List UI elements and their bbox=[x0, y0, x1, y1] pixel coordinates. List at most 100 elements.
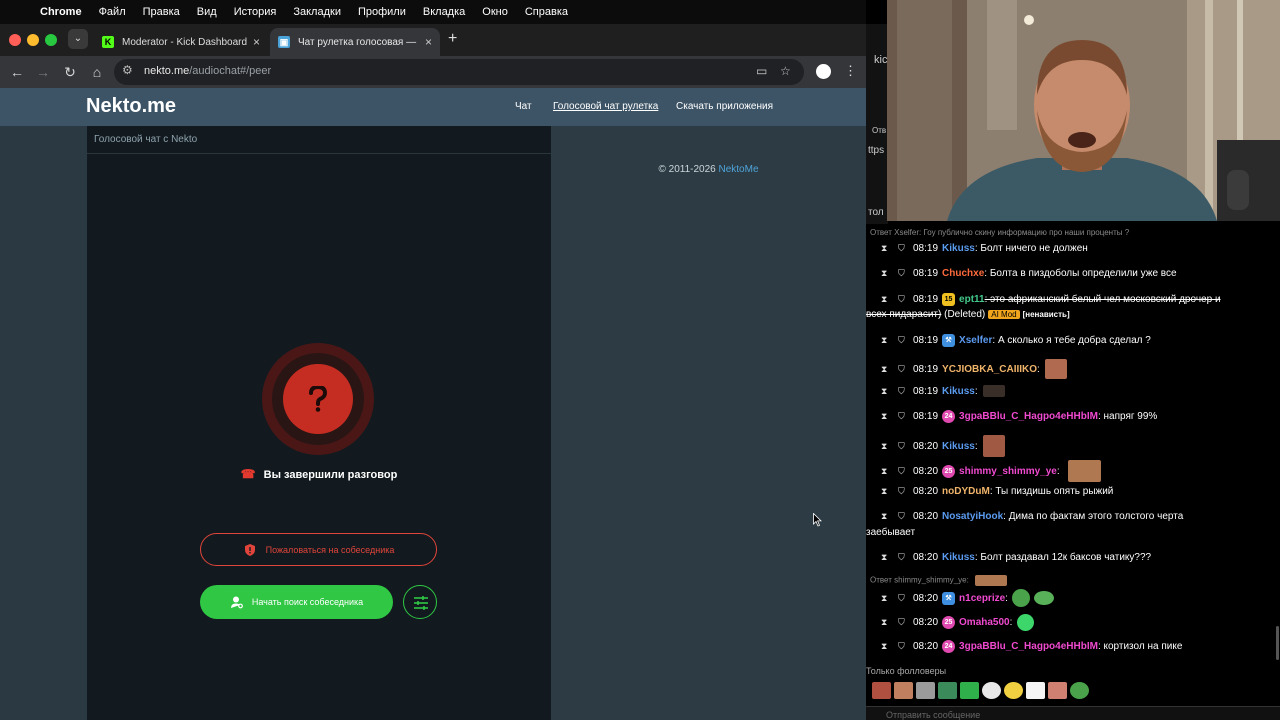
page-margin bbox=[0, 126, 87, 720]
timeout-icon: ⧗ bbox=[881, 641, 888, 651]
chat-username: shimmy_shimmy_ye bbox=[959, 465, 1057, 477]
page-side-pane: © 2011-2026 NektoMe bbox=[551, 126, 866, 720]
back-icon[interactable]: ← bbox=[7, 62, 27, 82]
chat-message-continuation: заебывает bbox=[866, 527, 916, 538]
menu-history[interactable]: История bbox=[234, 6, 277, 18]
timeout-icon: ⧗ bbox=[881, 268, 888, 278]
mod-shield-icon: ⛉ bbox=[898, 440, 905, 451]
mod-shield-icon: ⛉ bbox=[898, 363, 905, 374]
hangup-phone-icon: ☎ bbox=[240, 467, 256, 481]
menu-tab[interactable]: Вкладка bbox=[423, 6, 465, 18]
nav-download-apps[interactable]: Скачать приложения bbox=[676, 101, 773, 112]
emote-icon bbox=[1026, 682, 1045, 699]
reload-icon[interactable]: ↻ bbox=[60, 62, 80, 82]
new-tab-icon[interactable]: + bbox=[448, 30, 457, 48]
maximize-window-icon[interactable] bbox=[45, 34, 57, 46]
timeout-icon: ⧗ bbox=[881, 617, 888, 627]
timeout-icon: ⧗ bbox=[881, 385, 888, 396]
copyright-link[interactable]: NektoMe bbox=[719, 164, 759, 175]
timeout-icon: ⧗ bbox=[881, 294, 888, 304]
kick-icon: K bbox=[102, 36, 114, 48]
chat-message[interactable]: ⧗ ⛉ 08:19 15 ept11: это африканский белый ч… bbox=[881, 293, 1221, 306]
chat-message[interactable]: ⧗ ⛉ 08:19 24 3gpaBBlu_C_Hagpo4eHHbIM: напря… bbox=[881, 410, 1157, 423]
sub-badge-icon: 24 bbox=[942, 640, 956, 653]
url-text[interactable]: nekto.me/audiochat#/peer bbox=[144, 65, 271, 77]
menu-file[interactable]: Файл bbox=[99, 6, 126, 18]
chat-username: n1ceprize bbox=[959, 592, 1006, 604]
menu-kebab-icon[interactable]: ⋮ bbox=[844, 63, 857, 79]
voice-chat-panel: Голосовой чат с Nekto ☎ Вы завершили разг… bbox=[87, 126, 551, 720]
chat-scrollbar[interactable] bbox=[1276, 626, 1279, 660]
emote-picker-row[interactable] bbox=[872, 682, 1089, 700]
mod-shield-icon: ⛉ bbox=[898, 486, 905, 496]
chat-message[interactable]: ⧗ ⛉ 08:20 25 shimmy_shimmy_ye: bbox=[881, 460, 1101, 482]
timeout-icon: ⧗ bbox=[881, 243, 888, 253]
menu-edit[interactable]: Правка bbox=[143, 6, 180, 18]
menu-app-chrome[interactable]: Chrome bbox=[40, 6, 82, 18]
sliders-icon bbox=[414, 596, 428, 610]
chat-username: NosatyiHook bbox=[942, 511, 1004, 522]
site-logo[interactable]: Nekto.me bbox=[86, 95, 176, 118]
report-peer-button[interactable]: Пожаловаться на собеседника bbox=[200, 533, 437, 566]
chat-message[interactable]: ⧗ ⛉ 08:19 Chuchxe: Болта в пиздоболы опред… bbox=[881, 268, 1177, 279]
pepe-emote-icon bbox=[1033, 591, 1054, 605]
chat-message[interactable]: ⧗ ⛉ 08:20 Kikuss: Болт раздавал 12к баксов… bbox=[881, 552, 1151, 563]
timeout-icon: ⧗ bbox=[881, 335, 888, 345]
mod-shield-icon: ⛉ bbox=[898, 335, 905, 345]
chat-message[interactable]: ⧗ ⛉ 08:20 24 3gpaBBlu_C_Hagpo4eHHbIM: корти… bbox=[881, 640, 1182, 653]
home-icon[interactable]: ⌂ bbox=[87, 62, 107, 82]
mouse-cursor-icon bbox=[813, 513, 822, 527]
background-window-text: тол bbox=[868, 207, 884, 218]
forward-icon[interactable]: → bbox=[33, 62, 53, 82]
mod-shield-icon: ⛉ bbox=[898, 592, 905, 603]
sub-badge-icon: 25 bbox=[942, 616, 956, 629]
menu-bookmarks[interactable]: Закладки bbox=[293, 6, 341, 18]
menu-help[interactable]: Справка bbox=[525, 6, 568, 18]
chat-message[interactable]: ⧗ ⛉ 08:19 ⚒ Xselfer: А сколько я тебе добра… bbox=[881, 334, 1151, 347]
filter-settings-button[interactable] bbox=[403, 585, 437, 619]
call-ended-status: ☎ Вы завершили разговор bbox=[240, 467, 398, 481]
chat-message[interactable]: ⧗ ⛉ 08:20 noDYDuM: Ты пиздишь опять рыжий bbox=[881, 486, 1113, 497]
tab-search-icon[interactable]: ⌄ bbox=[68, 29, 88, 49]
emote-icon bbox=[872, 682, 891, 699]
chat-username: Omaha500 bbox=[959, 617, 1010, 628]
nav-chat[interactable]: Чат bbox=[515, 101, 532, 112]
chat-message[interactable]: ⧗ ⛉ 08:20 25 Omaha500: bbox=[881, 614, 1035, 631]
close-tab-icon[interactable]: × bbox=[253, 35, 260, 49]
chat-message[interactable]: ⧗ ⛉ 08:20 ⚒ n1ceprize: bbox=[881, 589, 1054, 607]
mod-shield-icon: ⛉ bbox=[898, 411, 905, 421]
tab-nekto[interactable]: ▣ Чат рулетка голосовая — Nekto.me × bbox=[270, 28, 440, 56]
chat-message[interactable]: ⧗ ⛉ 08:19 YCJIOBKA_CAIIIKO: bbox=[881, 359, 1067, 379]
close-tab-icon[interactable]: × bbox=[425, 35, 432, 49]
close-window-icon[interactable] bbox=[9, 34, 21, 46]
chat-message[interactable]: ⧗ ⛉ 08:20 Kikuss: bbox=[881, 435, 1005, 457]
menu-profiles[interactable]: Профили bbox=[358, 6, 406, 18]
sub-badge-icon: 24 bbox=[942, 410, 956, 423]
browser-toolbar: ← → ↻ ⌂ ⚙ nekto.me/audiochat#/peer ▭ ☆ ⋮ bbox=[0, 56, 866, 88]
chat-message[interactable]: ⧗ ⛉ 08:19 Kikuss: Болт ничего не должен bbox=[881, 243, 1088, 254]
stream-chat-overlay: kic Отв ttps тол Ответ Xselfer: Гоу публ… bbox=[866, 0, 1280, 720]
webcam-feed bbox=[887, 0, 1280, 221]
menu-window[interactable]: Окно bbox=[482, 6, 508, 18]
emote-icon bbox=[1044, 359, 1067, 379]
nav-voice-chat[interactable]: Голосовой чат рулетка bbox=[553, 101, 658, 112]
emote-icon bbox=[916, 682, 935, 699]
mod-shield-icon: ⛉ bbox=[898, 552, 905, 562]
minimize-window-icon[interactable] bbox=[27, 34, 39, 46]
subscriber-badge: 15 bbox=[942, 293, 956, 306]
tab-kick-dashboard[interactable]: K Moderator - Kick Dashboard × bbox=[94, 28, 268, 56]
user-search-icon bbox=[230, 596, 243, 609]
start-search-button[interactable]: Начать поиск собеседника bbox=[200, 585, 393, 619]
site-settings-icon[interactable]: ⚙ bbox=[122, 63, 133, 77]
cast-icon[interactable]: ▭ bbox=[756, 64, 767, 78]
background-window-text: kic bbox=[874, 54, 888, 66]
chat-message[interactable]: ⧗ ⛉ 08:19 Kikuss: bbox=[881, 385, 1005, 397]
chat-message-continuation: всех пидарасит) (Deleted) AI Mod [ненавист… bbox=[866, 309, 1070, 320]
profile-avatar-icon[interactable] bbox=[816, 64, 831, 79]
menu-view[interactable]: Вид bbox=[197, 6, 217, 18]
bookmark-star-icon[interactable]: ☆ bbox=[780, 64, 791, 78]
chat-input[interactable]: Отправить сообщение bbox=[866, 706, 1280, 720]
address-bar[interactable]: ⚙ nekto.me/audiochat#/peer ▭ ☆ bbox=[114, 59, 804, 85]
background-window-text: ttps bbox=[868, 145, 885, 156]
chat-message[interactable]: ⧗ ⛉ 08:20 NosatyiHook: Дима по фактам этог… bbox=[881, 511, 1183, 522]
